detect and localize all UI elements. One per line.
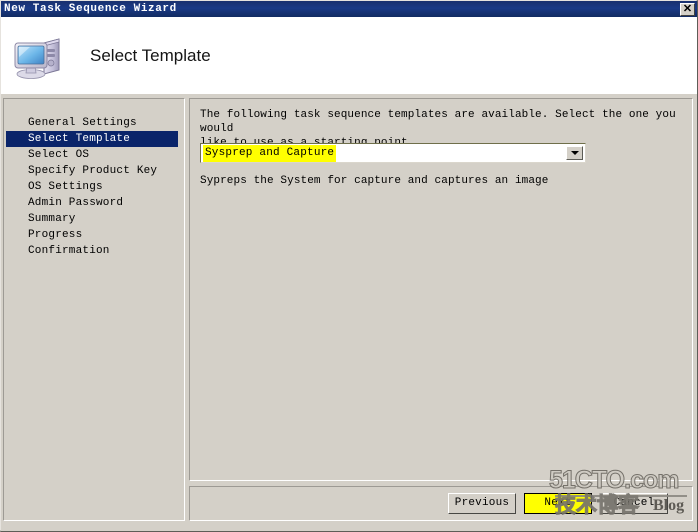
page-title: Select Template: [90, 45, 211, 65]
sidebar-item-progress[interactable]: Progress: [4, 227, 184, 243]
content-panel: The following task sequence templates ar…: [189, 98, 693, 481]
wizard-button-bar: Previous Next Cancel: [189, 486, 693, 521]
template-combobox-value-area[interactable]: Sysprep and Capture: [201, 144, 566, 162]
template-combobox-value: Sysprep and Capture: [203, 144, 337, 162]
sidebar-item-os-settings[interactable]: OS Settings: [4, 179, 184, 195]
wizard-body: General Settings Select Template Select …: [1, 94, 697, 531]
computer-icon: [12, 30, 68, 82]
title-bar[interactable]: New Task Sequence Wizard ✕: [1, 1, 697, 17]
cancel-button[interactable]: Cancel: [600, 493, 668, 514]
close-button[interactable]: ✕: [680, 2, 695, 16]
sidebar-item-select-template[interactable]: Select Template: [6, 131, 178, 147]
close-icon: ✕: [682, 2, 693, 15]
window-title: New Task Sequence Wizard: [4, 3, 177, 15]
sidebar-item-general-settings[interactable]: General Settings: [4, 115, 184, 131]
template-description: Sypreps the System for capture and captu…: [200, 175, 549, 187]
chevron-down-icon[interactable]: [566, 146, 583, 160]
sidebar-item-confirmation[interactable]: Confirmation: [4, 243, 184, 259]
chevron-down-glyph: [570, 151, 579, 155]
wizard-step-list: General Settings Select Template Select …: [3, 98, 185, 521]
sidebar-item-admin-password[interactable]: Admin Password: [4, 195, 184, 211]
previous-button[interactable]: Previous: [448, 493, 516, 514]
next-button[interactable]: Next: [524, 493, 592, 514]
wizard-window: New Task Sequence Wizard ✕ Select Templa…: [0, 0, 698, 532]
sidebar-item-specify-product-key[interactable]: Specify Product Key: [4, 163, 184, 179]
sidebar-item-summary[interactable]: Summary: [4, 211, 184, 227]
template-combobox[interactable]: Sysprep and Capture: [200, 143, 586, 163]
wizard-header: Select Template: [1, 17, 697, 94]
sidebar-item-select-os[interactable]: Select OS: [4, 147, 184, 163]
